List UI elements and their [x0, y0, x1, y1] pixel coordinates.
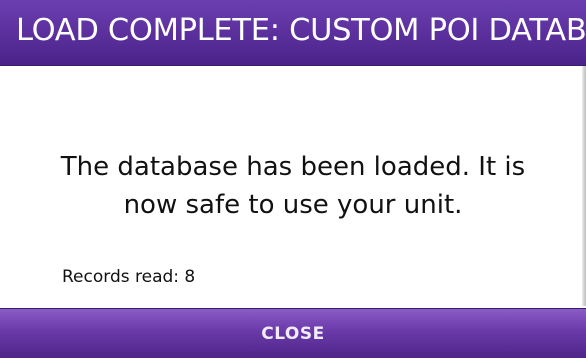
load-complete-screen: LOAD COMPLETE: CUSTOM POI DATABASE The d…: [0, 0, 586, 358]
status-message: The database has been loaded. It is now …: [20, 148, 566, 224]
right-edge-shading: [582, 66, 586, 306]
close-button-label: CLOSE: [261, 324, 325, 344]
title-bar: LOAD COMPLETE: CUSTOM POI DATABASE: [0, 0, 586, 66]
status-message-line-2: now safe to use your unit.: [123, 190, 463, 220]
status-message-line-1: The database has been loaded. It is: [60, 152, 526, 182]
records-read-count: Records read: 8: [62, 267, 196, 287]
close-button[interactable]: CLOSE: [0, 308, 586, 358]
dialog-title: LOAD COMPLETE: CUSTOM POI DATABASE: [16, 13, 586, 48]
